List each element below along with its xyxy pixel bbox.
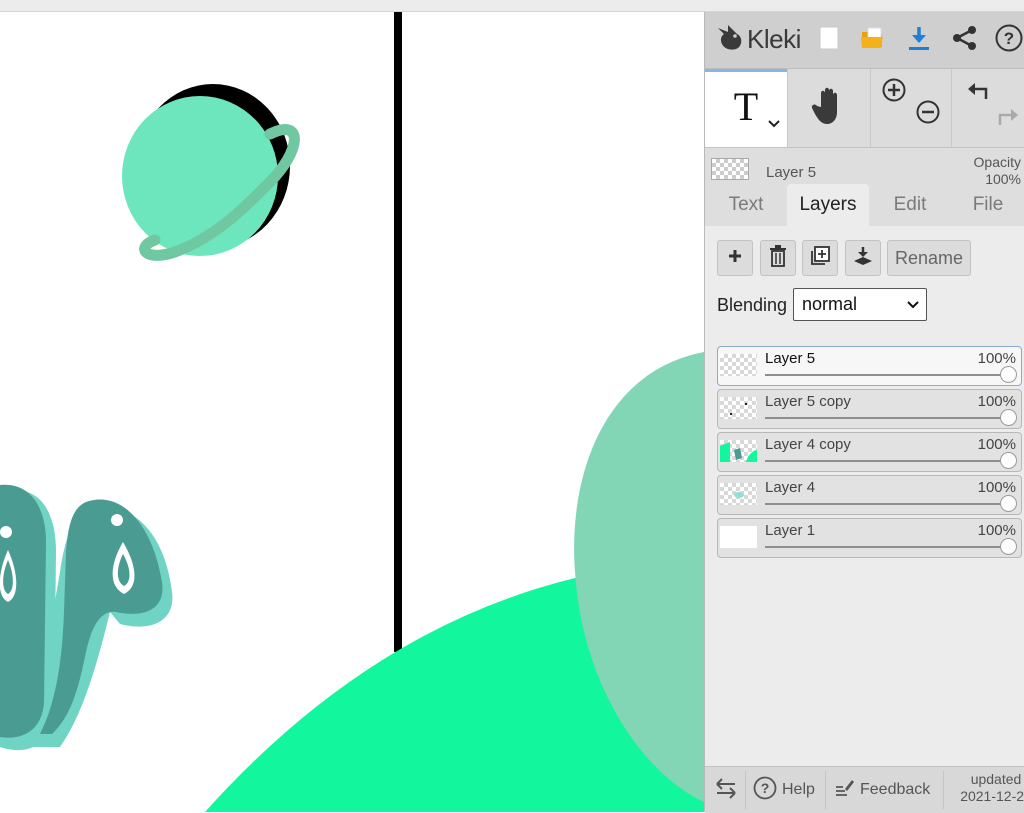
help-button[interactable]: ? Help: [753, 767, 815, 813]
opacity-slider-handle[interactable]: [1000, 366, 1017, 383]
layer-item-layer-5[interactable]: Layer 5 100%: [717, 346, 1022, 386]
duplicate-icon: [809, 245, 831, 272]
opacity-slider-track[interactable]: [765, 417, 1009, 419]
rename-layer-button[interactable]: Rename: [887, 240, 971, 276]
delete-layer-button[interactable]: [760, 240, 796, 276]
help-icon[interactable]: ?: [993, 22, 1024, 54]
open-folder-icon[interactable]: [857, 22, 889, 54]
layers-panel: Rename Blending normal Layer 5 100% Laye…: [705, 226, 1024, 766]
tool-row: T: [705, 69, 1024, 148]
chevron-down-icon[interactable]: [767, 116, 781, 134]
layer-thumbnail: [720, 526, 757, 548]
blending-select[interactable]: normal: [793, 288, 927, 321]
feedback-icon: [833, 777, 855, 804]
opacity-slider-track[interactable]: [765, 374, 1009, 376]
zoom-out-icon[interactable]: [915, 99, 941, 130]
svg-text:?: ?: [761, 780, 770, 796]
zoom-in-icon[interactable]: [881, 77, 907, 108]
layer-opacity: 100%: [977, 393, 1016, 410]
hand-tool[interactable]: [788, 69, 870, 147]
snake-eye-dot: [0, 526, 12, 538]
plus-icon: [727, 248, 743, 269]
redo-icon[interactable]: [994, 103, 1022, 132]
zoom-controls: [871, 69, 951, 147]
layer-thumbnail: [720, 397, 757, 419]
current-layer-name: Layer 5: [766, 164, 817, 181]
layer-name: Layer 5 copy: [765, 393, 851, 410]
help-icon: ?: [753, 776, 777, 805]
layer-name: Layer 4 copy: [765, 436, 851, 453]
kleki-logo[interactable]: Kleki: [715, 22, 801, 57]
trash-icon: [769, 244, 787, 272]
current-layer-info: Layer 5 Opacity 100%: [705, 148, 1024, 188]
hand-icon: [809, 85, 849, 132]
opacity-slider-track[interactable]: [765, 546, 1009, 548]
text-tool[interactable]: T: [705, 69, 787, 147]
help-label: Help: [782, 781, 815, 798]
app-name: Kleki: [747, 24, 801, 54]
merge-down-icon: [852, 245, 874, 272]
updated-info: updated 2021-12-23: [951, 771, 1024, 805]
opacity-slider-handle[interactable]: [1000, 538, 1017, 555]
tab-edit[interactable]: Edit: [869, 184, 951, 226]
header-bar: Kleki ?: [705, 12, 1024, 69]
merge-down-button[interactable]: [845, 240, 881, 276]
footer-bar: ? Help Feedback updated 2021-12-23: [705, 766, 1024, 813]
planet-shape: [122, 96, 278, 256]
share-icon[interactable]: [949, 22, 981, 54]
layer-thumbnail: [720, 483, 757, 505]
snake-body-shape: [0, 484, 46, 738]
updated-date: 2021-12-23: [960, 788, 1024, 804]
layer-opacity: 100%: [977, 479, 1016, 496]
kleki-logo-icon: [715, 22, 745, 57]
current-layer-thumbnail: [711, 158, 749, 180]
svg-text:?: ?: [1004, 29, 1014, 48]
layer-item-layer-1[interactable]: Layer 1 100%: [717, 518, 1022, 558]
blending-value: normal: [802, 294, 858, 314]
download-icon[interactable]: [903, 22, 935, 54]
drawing-canvas[interactable]: [0, 12, 704, 812]
opacity-slider-handle[interactable]: [1000, 495, 1017, 512]
layer-opacity: 100%: [977, 350, 1016, 367]
opacity-slider-track[interactable]: [765, 503, 1009, 505]
layer-opacity: 100%: [977, 436, 1016, 453]
layer-thumbnail: [720, 440, 757, 462]
current-layer-opacity: Opacity 100%: [974, 154, 1021, 188]
layer-item-layer-4-copy[interactable]: Layer 4 copy 100%: [717, 432, 1022, 472]
canvas-artwork: [0, 12, 704, 812]
opacity-slider-handle[interactable]: [1000, 409, 1017, 426]
opacity-slider-handle[interactable]: [1000, 452, 1017, 469]
duplicate-layer-button[interactable]: [802, 240, 838, 276]
layer-name: Layer 1: [765, 522, 816, 539]
opacity-slider-track[interactable]: [765, 460, 1009, 462]
undo-icon[interactable]: [964, 79, 992, 108]
updated-label: updated: [970, 771, 1022, 787]
black-divider-stroke: [394, 12, 402, 652]
layer-name: Layer 5: [765, 350, 816, 367]
add-layer-button[interactable]: [717, 240, 753, 276]
layer-thumbnail: [720, 354, 757, 376]
text-tool-glyph: T: [733, 84, 759, 129]
blending-label: Blending: [717, 295, 788, 315]
history-controls: [952, 69, 1024, 147]
layer-name: Layer 4: [765, 479, 816, 496]
side-panel: Kleki ? T Layer 5 Opacity 100% Text Laye…: [704, 12, 1024, 813]
new-image-icon[interactable]: [813, 22, 845, 54]
tab-file[interactable]: File: [951, 184, 1024, 226]
feedback-label: Feedback: [860, 781, 931, 798]
chevron-down-icon: [906, 289, 920, 330]
swap-side-button[interactable]: [713, 767, 739, 813]
tab-layers[interactable]: Layers: [787, 184, 869, 226]
panel-tabs: Text Layers Edit File: [705, 184, 1024, 226]
layer-item-layer-4[interactable]: Layer 4 100%: [717, 475, 1022, 515]
swap-arrows-icon: [713, 776, 739, 805]
layer-item-layer-5-copy[interactable]: Layer 5 copy 100%: [717, 389, 1022, 429]
opacity-label: Opacity: [973, 154, 1021, 170]
browser-top-strip: [0, 0, 1024, 12]
layer-opacity: 100%: [977, 522, 1016, 539]
snake-eye-dot-2: [111, 514, 123, 526]
tab-text[interactable]: Text: [705, 184, 787, 226]
feedback-button[interactable]: Feedback: [833, 767, 930, 813]
